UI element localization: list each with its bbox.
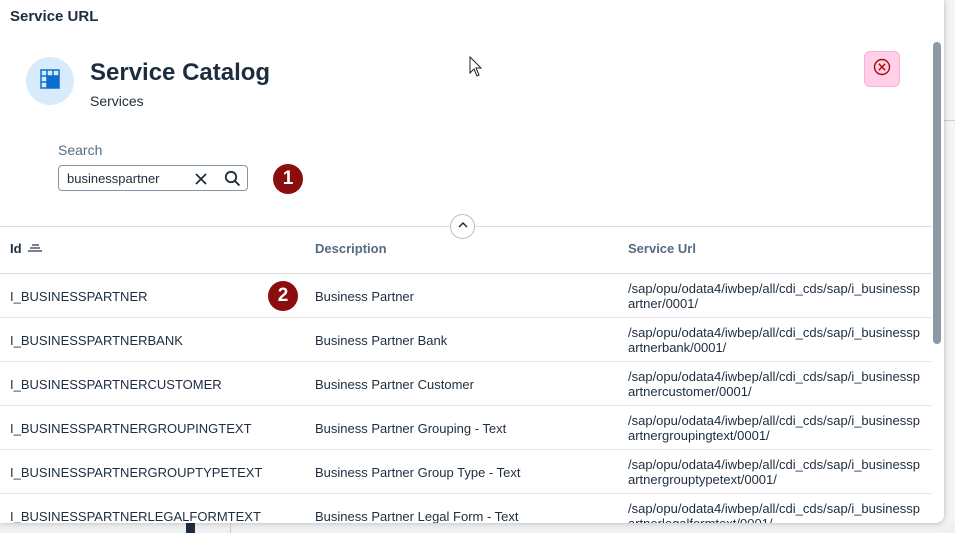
- column-header-id[interactable]: Id: [10, 241, 42, 256]
- table-row[interactable]: I_BUSINESSPARTNERGROUPINGTEXT Business P…: [0, 406, 932, 450]
- cell-service-url: /sap/opu/odata4/iwbep/all/cdi_cds/sap/i_…: [628, 369, 920, 399]
- close-circle-icon: [873, 58, 891, 81]
- close-button[interactable]: [864, 51, 900, 87]
- cell-id: I_BUSINESSPARTNERGROUPTYPETEXT: [10, 465, 263, 480]
- vertical-scrollbar[interactable]: [932, 38, 942, 523]
- catalog-avatar: [26, 57, 74, 105]
- background-marker: [186, 523, 195, 533]
- table-icon: [40, 68, 60, 94]
- clear-icon[interactable]: [193, 171, 209, 187]
- background-strip: [0, 523, 955, 533]
- cell-description: Business Partner Customer: [315, 377, 474, 392]
- cell-id: I_BUSINESSPARTNERLEGALFORMTEXT: [10, 509, 261, 523]
- services-table: Id Description Service Url I_BUSINESSPAR…: [0, 226, 932, 523]
- search-icon[interactable]: [224, 170, 241, 187]
- table-header: Id Description Service Url: [0, 226, 932, 274]
- cell-description: Business Partner Bank: [315, 333, 448, 348]
- cell-id: I_BUSINESSPARTNERCUSTOMER: [10, 377, 222, 392]
- page-title: Service Catalog: [90, 59, 271, 86]
- search-input[interactable]: [67, 170, 185, 186]
- cell-id: I_BUSINESSPARTNERGROUPINGTEXT: [10, 421, 252, 436]
- cell-service-url: /sap/opu/odata4/iwbep/all/cdi_cds/sap/i_…: [628, 413, 920, 443]
- search-field: [58, 165, 248, 191]
- table-row[interactable]: I_BUSINESSPARTNER Business Partner /sap/…: [0, 274, 932, 318]
- cell-service-url: /sap/opu/odata4/iwbep/all/cdi_cds/sap/i_…: [628, 325, 920, 355]
- mouse-pointer-icon: [469, 55, 483, 78]
- table-row[interactable]: I_BUSINESSPARTNERGROUPTYPETEXT Business …: [0, 450, 932, 494]
- cell-service-url: /sap/opu/odata4/iwbep/all/cdi_cds/sap/i_…: [628, 457, 920, 487]
- search-label: Search: [58, 142, 103, 158]
- table-row[interactable]: I_BUSINESSPARTNERLEGALFORMTEXT Business …: [0, 494, 932, 523]
- column-header-description[interactable]: Description: [315, 241, 387, 256]
- table-row[interactable]: I_BUSINESSPARTNERCUSTOMER Business Partn…: [0, 362, 932, 406]
- table-row[interactable]: I_BUSINESSPARTNERBANK Business Partner B…: [0, 318, 932, 362]
- dialog-title: Service URL: [10, 8, 99, 25]
- scrollbar-thumb[interactable]: [933, 42, 941, 344]
- cell-description: Business Partner Group Type - Text: [315, 465, 521, 480]
- annotation-badge: 1: [273, 164, 303, 194]
- cell-description: Business Partner: [315, 289, 414, 304]
- page-subtitle: Services: [90, 93, 144, 109]
- column-label-id: Id: [10, 241, 22, 256]
- sort-ascending-icon: [27, 241, 42, 256]
- column-header-service-url[interactable]: Service Url: [628, 241, 696, 256]
- cell-description: Business Partner Legal Form - Text: [315, 509, 519, 523]
- cell-service-url: /sap/opu/odata4/iwbep/all/cdi_cds/sap/i_…: [628, 281, 920, 311]
- cell-id: I_BUSINESSPARTNERBANK: [10, 333, 183, 348]
- cell-id: I_BUSINESSPARTNER: [10, 289, 148, 304]
- cell-description: Business Partner Grouping - Text: [315, 421, 507, 436]
- annotation-badge: 2: [268, 281, 298, 311]
- background-divider: [230, 523, 231, 533]
- service-url-dialog: Service URL Service Catalog Services Sea…: [0, 0, 944, 523]
- cell-service-url: /sap/opu/odata4/iwbep/all/cdi_cds/sap/i_…: [628, 501, 920, 523]
